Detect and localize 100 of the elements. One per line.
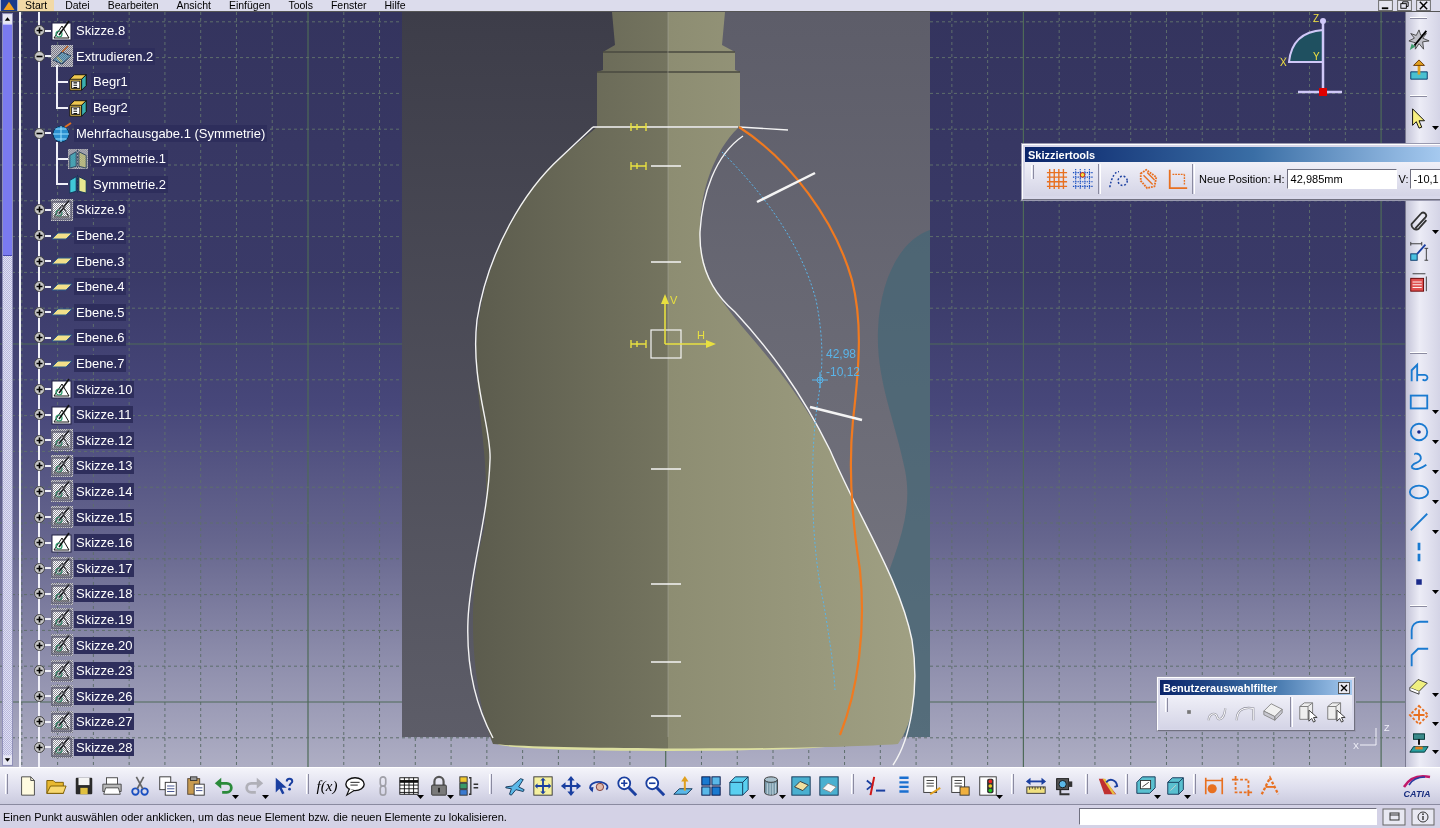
plus-icon[interactable] [33, 562, 45, 574]
tangent-line[interactable] [809, 405, 863, 422]
tree-item[interactable]: Ebene.3 [74, 252, 127, 270]
tree-item[interactable]: Skizze.8 [74, 22, 128, 40]
plus-icon[interactable] [33, 409, 45, 421]
constraint-marker-icon[interactable] [630, 339, 647, 349]
close-icon[interactable] [1415, 0, 1432, 11]
menu-item[interactable]: Fenster [323, 0, 374, 11]
plus-icon[interactable] [33, 665, 45, 677]
tray-arrow-icon[interactable] [1408, 59, 1430, 81]
menu-item[interactable]: Ansicht [169, 0, 218, 11]
constraint-marker-icon[interactable] [630, 161, 647, 171]
menu-item[interactable]: Hilfe [377, 0, 413, 11]
dropdown-caret-icon[interactable] [417, 795, 424, 799]
tree-item[interactable]: Extrudieren.2 [74, 47, 156, 65]
circle-icon[interactable] [1408, 421, 1430, 443]
dropdown-caret-icon[interactable] [1432, 470, 1439, 474]
cube-icon[interactable] [728, 775, 750, 797]
tree-item[interactable]: Ebene.7 [74, 355, 127, 372]
dropdown-caret-icon[interactable] [1432, 750, 1439, 754]
plain-face-icon[interactable] [818, 775, 840, 797]
tree-item[interactable]: Skizze.9 [74, 201, 128, 219]
dropdown-caret-icon[interactable] [1432, 500, 1439, 504]
profile-line[interactable] [738, 126, 789, 131]
document-box-icon[interactable] [949, 775, 971, 797]
scissors-icon[interactable] [129, 775, 151, 797]
sparkle-pencil-icon[interactable] [1408, 29, 1430, 51]
close-icon[interactable] [1338, 681, 1350, 694]
scroll-down-arrow-icon[interactable] [3, 755, 12, 765]
shaded-face-icon[interactable] [790, 775, 812, 797]
fit-all-icon[interactable] [532, 775, 554, 797]
plus-icon[interactable] [33, 383, 45, 395]
app-icon[interactable] [0, 0, 18, 11]
dropdown-caret-icon[interactable] [1432, 693, 1439, 697]
tree-item[interactable]: Ebene.2 [74, 227, 127, 245]
box-pointer-icon[interactable] [1325, 701, 1347, 723]
projection-icon[interactable] [1408, 731, 1430, 754]
table-icon[interactable] [398, 775, 420, 797]
constraint-table-icon[interactable] [1408, 271, 1430, 293]
chamfer-icon[interactable] [1408, 646, 1430, 668]
tangent-line[interactable] [756, 171, 816, 204]
dimension-corner-icon[interactable] [1167, 168, 1189, 190]
camera-icon[interactable] [1053, 775, 1075, 797]
v-position-field[interactable]: -10,1 [1409, 169, 1440, 189]
copy-icon[interactable] [157, 775, 179, 797]
tree-item[interactable]: Skizze.16 [74, 534, 135, 552]
tree-item[interactable]: Skizze.26 [74, 687, 135, 705]
clipboard-icon[interactable] [185, 775, 207, 797]
dropdown-caret-icon[interactable] [1432, 590, 1439, 594]
dropdown-caret-icon[interactable] [232, 795, 239, 799]
dropdown-caret-icon[interactable] [779, 795, 786, 799]
plus-icon[interactable] [33, 281, 45, 293]
tree-item[interactable]: Skizze.17 [74, 559, 135, 577]
tree-item[interactable]: Skizze.11 [74, 406, 134, 424]
document-icon[interactable] [921, 775, 943, 797]
dropdown-caret-icon[interactable] [1154, 795, 1161, 799]
scrollbar-thumb[interactable] [3, 24, 12, 256]
dropdown-caret-icon[interactable] [262, 795, 269, 799]
snap-grid-icon[interactable] [1072, 168, 1094, 190]
dropdown-caret-icon[interactable] [1432, 126, 1439, 130]
box-sketch-icon[interactable] [1135, 775, 1157, 797]
plus-icon[interactable] [33, 690, 45, 702]
plus-icon[interactable] [33, 434, 45, 446]
airplane-icon[interactable] [504, 775, 526, 797]
tree-item[interactable]: Skizze.10 [74, 380, 135, 398]
plus-icon[interactable] [33, 358, 45, 369]
plus-icon[interactable] [33, 511, 45, 523]
dropdown-caret-icon[interactable] [1432, 530, 1439, 534]
tree-item[interactable]: Ebene.6 [74, 329, 127, 347]
grid-icon[interactable] [1046, 168, 1068, 190]
plus-icon[interactable] [33, 255, 45, 267]
minus-icon[interactable] [33, 50, 45, 62]
menu-item[interactable]: Einfügen [221, 0, 278, 11]
traffic-light-icon[interactable] [977, 775, 999, 797]
menu-item[interactable]: Tools [281, 0, 320, 11]
dropdown-caret-icon[interactable] [1432, 410, 1439, 414]
tree-item[interactable]: Skizze.12 [74, 431, 135, 449]
minus-icon[interactable] [33, 127, 45, 139]
tree-item[interactable]: Skizze.13 [74, 457, 135, 475]
line-icon[interactable] [1408, 511, 1430, 533]
dropdown-caret-icon[interactable] [996, 795, 1003, 799]
help-pointer-icon[interactable] [273, 775, 295, 797]
dropdown-caret-icon[interactable] [1432, 440, 1439, 444]
tree-item[interactable]: Skizze.20 [74, 636, 135, 654]
restore-icon[interactable] [1396, 0, 1413, 11]
zoom-in-icon[interactable] [616, 775, 638, 797]
dropdown-caret-icon[interactable] [749, 795, 756, 799]
tree-item[interactable]: Ebene.5 [74, 303, 127, 321]
plus-icon[interactable] [33, 230, 45, 242]
tree-item[interactable]: Skizze.14 [74, 483, 135, 500]
tree-item[interactable]: Begr1 [91, 73, 130, 91]
h-position-field[interactable]: 42,985mm [1286, 169, 1397, 189]
hatched-shape-icon[interactable] [1138, 168, 1160, 190]
dropdown-caret-icon[interactable] [447, 795, 454, 799]
box-pointer-icon[interactable] [1297, 701, 1319, 723]
dropdown-caret-icon[interactable] [1432, 722, 1439, 726]
tree-item[interactable]: Symmetrie.1 [91, 150, 168, 168]
tree-item[interactable]: Mehrfachausgabe.1 (Symmetrie) [74, 124, 268, 142]
plus-icon[interactable] [33, 716, 45, 728]
constraint-marker-icon[interactable] [630, 122, 647, 132]
